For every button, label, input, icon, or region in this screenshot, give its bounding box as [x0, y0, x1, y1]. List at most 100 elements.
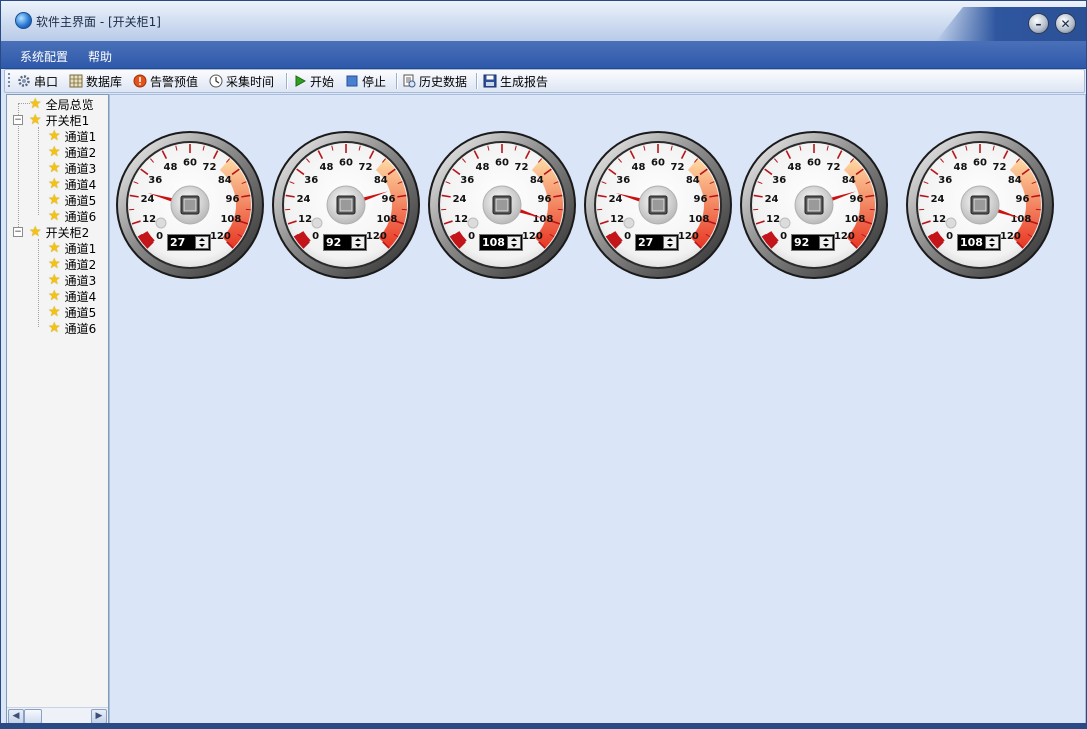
minimize-icon: –: [1035, 16, 1042, 31]
tree-item-cabinet-2[interactable]: ★ 开关柜2: [29, 224, 89, 240]
tree-item-channel[interactable]: ★ 通道2: [48, 144, 96, 160]
toolbar-label: 采集时间: [226, 74, 275, 89]
toolbar-sampling-time-button[interactable]: 采集时间: [209, 73, 274, 89]
toolbar-database-button[interactable]: 数据库: [69, 73, 122, 89]
gauge-panel: 0 12 24 36 48 60 72 84 96 108 120 27 0 12 24 36 48 60 72 8…: [109, 94, 1086, 724]
toolbar-label: 告警预值: [150, 74, 199, 89]
toolbar-grip[interactable]: [8, 73, 10, 89]
gauge: 0 12 24 36 48 60 72 84 96 108 120 92: [271, 130, 421, 280]
device-tree-panel: ★ 全局总览 − ★ 开关柜1 ★ 通道1 ★ 通道2 ★ 通道3 ★ 通道4 ★ 通道5…: [6, 94, 109, 724]
gauge-scale-label: 96: [1016, 194, 1030, 205]
toolbar-history-data-button[interactable]: 历史数据: [402, 73, 467, 89]
menu-help[interactable]: 帮助: [88, 48, 112, 65]
gauge-scale-label: 24: [141, 194, 155, 205]
spin-updown-icon[interactable]: [195, 236, 209, 249]
horizontal-scrollbar[interactable]: ◀ ▶: [7, 707, 108, 724]
gauge-hub-button-face: [651, 198, 665, 212]
toolbar-start-button[interactable]: 开始: [293, 73, 334, 89]
star-icon: ★: [48, 192, 61, 208]
tree-item-label: 通道5: [64, 305, 97, 320]
tree-item-channel[interactable]: ★ 通道6: [48, 320, 96, 336]
spin-updown-icon[interactable]: [985, 236, 999, 249]
tree-item-global-overview[interactable]: ★ 全局总览: [29, 96, 94, 112]
gauge-hub-button-face: [495, 198, 509, 212]
tree-item-label: 通道1: [64, 241, 97, 256]
tree-item-channel[interactable]: ★ 通道5: [48, 304, 96, 320]
gauge-scale-label: 60: [339, 158, 353, 169]
gauge-value-spinbox[interactable]: 108: [957, 234, 1001, 251]
spin-updown-icon[interactable]: [507, 236, 521, 249]
star-icon: ★: [48, 304, 61, 320]
gauge-scale-label: 0: [624, 231, 631, 242]
collapse-toggle-cabinet-1[interactable]: −: [13, 115, 23, 125]
tree-item-channel[interactable]: ★ 通道3: [48, 272, 96, 288]
scrollbar-thumb[interactable]: [24, 709, 42, 724]
menu-system-config[interactable]: 系统配置: [20, 48, 68, 65]
spin-updown-icon[interactable]: [351, 236, 365, 249]
toolbar-separator: [476, 73, 478, 89]
gauge-scale-label: 84: [686, 175, 700, 186]
gauge-value-text: 27: [170, 236, 186, 249]
gauge-scale-label: 48: [164, 162, 178, 173]
gauge-indicator-dot: [155, 217, 167, 229]
gauge-scale-label: 120: [366, 231, 387, 242]
window-bottom-border: [1, 723, 1086, 728]
tree-item-channel[interactable]: ★ 通道3: [48, 160, 96, 176]
alarm-icon: [133, 74, 147, 88]
tree-item-channel[interactable]: ★ 通道4: [48, 288, 96, 304]
tree-item-label: 通道5: [64, 193, 97, 208]
gauge-scale-label: 96: [538, 194, 552, 205]
gauge: 0 12 24 36 48 60 72 84 96 108 120 27: [115, 130, 265, 280]
gauge-scale-label: 36: [460, 175, 474, 186]
tree-item-cabinet-1[interactable]: ★ 开关柜1: [29, 112, 89, 128]
toolbar-generate-report-button[interactable]: 生成报告: [483, 73, 548, 89]
save-icon: [483, 74, 497, 88]
star-icon: ★: [48, 144, 61, 160]
gauge-value-spinbox[interactable]: 27: [635, 234, 679, 251]
toolbar-serial-port-button[interactable]: 串口: [17, 73, 58, 89]
gauge-scale-label: 24: [297, 194, 311, 205]
gauge-indicator-dot: [779, 217, 791, 229]
tree-item-channel[interactable]: ★ 通道4: [48, 176, 96, 192]
tree-item-label: 通道3: [64, 273, 97, 288]
toolbar-alarm-threshold-button[interactable]: 告警预值: [133, 73, 198, 89]
gauge-hub-button-face: [807, 198, 821, 212]
gauge-scale-label: 12: [610, 214, 624, 225]
tree-item-channel[interactable]: ★ 通道1: [48, 128, 96, 144]
gauge-hub-button-face: [183, 198, 197, 212]
scroll-left-icon[interactable]: ◀: [8, 709, 24, 724]
gauge-scale-label: 120: [834, 231, 855, 242]
close-button[interactable]: ✕: [1055, 13, 1076, 34]
star-icon: ★: [29, 224, 42, 240]
collapse-toggle-cabinet-2[interactable]: −: [13, 227, 23, 237]
gauge-indicator-dot: [467, 217, 479, 229]
gauge-value-spinbox[interactable]: 27: [167, 234, 211, 251]
gauge-value-spinbox[interactable]: 92: [791, 234, 835, 251]
title-bar[interactable]: 软件主界面 - [开关柜1] – ✕: [1, 1, 1086, 41]
gauge-scale-label: 36: [938, 175, 952, 186]
gauge-scale-label: 120: [1000, 231, 1021, 242]
scroll-right-icon[interactable]: ▶: [91, 709, 107, 724]
tree-item-label: 通道6: [64, 321, 97, 336]
tree-item-channel[interactable]: ★ 通道1: [48, 240, 96, 256]
star-icon: ★: [48, 256, 61, 272]
gauge-scale-label: 24: [765, 194, 779, 205]
gauge: 0 12 24 36 48 60 72 84 96 108 120 108: [427, 130, 577, 280]
gauge-value-text: 108: [482, 236, 505, 249]
tree-item-channel[interactable]: ★ 通道6: [48, 208, 96, 224]
gauge-scale-label: 60: [651, 158, 665, 169]
gauge-value-spinbox[interactable]: 92: [323, 234, 367, 251]
gauge-scale-label: 12: [142, 214, 156, 225]
gauge-value-spinbox[interactable]: 108: [479, 234, 523, 251]
spin-updown-icon[interactable]: [663, 236, 677, 249]
toolbar-label: 历史数据: [419, 74, 468, 89]
spin-updown-icon[interactable]: [819, 236, 833, 249]
star-icon: ★: [29, 112, 42, 128]
tree-item-channel[interactable]: ★ 通道2: [48, 256, 96, 272]
toolbar-stop-button[interactable]: 停止: [345, 73, 386, 89]
gauge-scale-label: 108: [220, 214, 241, 225]
app-globe-icon: [15, 12, 32, 29]
tree-item-channel[interactable]: ★ 通道5: [48, 192, 96, 208]
minimize-button[interactable]: –: [1028, 13, 1049, 34]
star-icon: ★: [29, 96, 42, 112]
